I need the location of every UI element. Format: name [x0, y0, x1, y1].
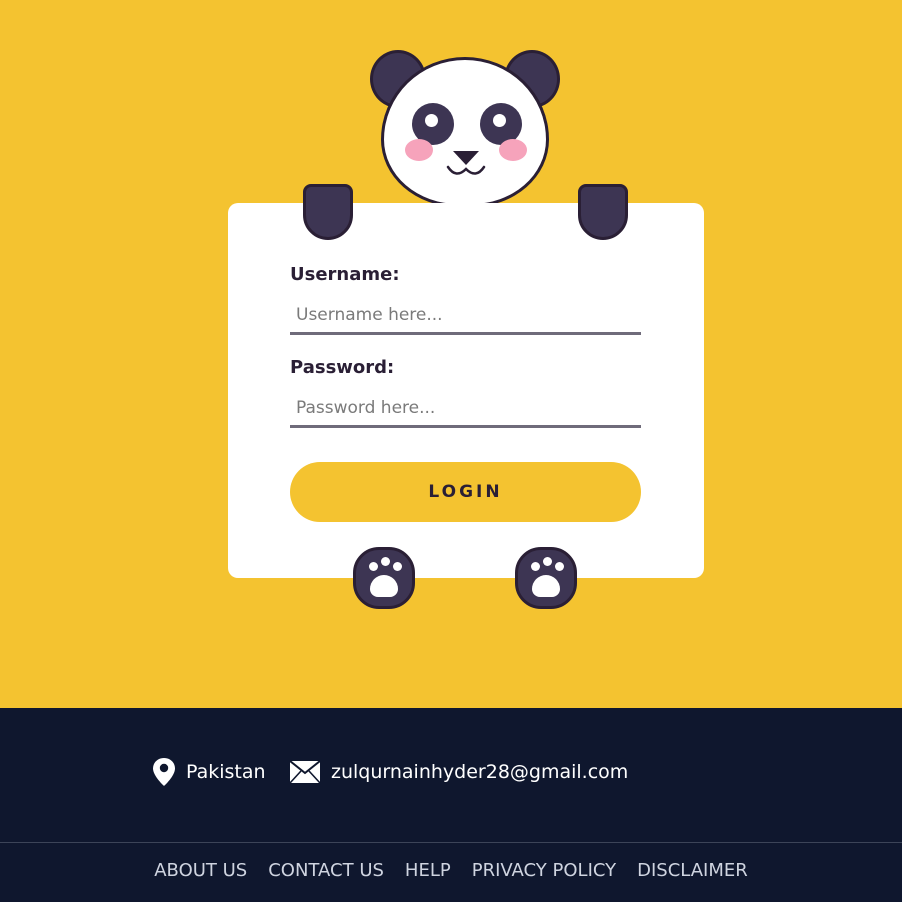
location-text: Pakistan — [186, 761, 266, 783]
username-input[interactable] — [290, 297, 641, 335]
footer-link-contact-us[interactable]: CONTACT US — [268, 860, 384, 881]
panda-mouth — [446, 165, 486, 175]
location-pin-icon — [153, 758, 175, 786]
footer-link-about-us[interactable]: ABOUT US — [154, 860, 247, 881]
panda-right-paw — [515, 547, 577, 609]
footer-divider — [0, 842, 902, 843]
footer-link-disclaimer[interactable]: DISCLAIMER — [637, 860, 748, 881]
panda-left-hand — [303, 184, 353, 240]
panda-left-paw — [353, 547, 415, 609]
footer-link-help[interactable]: HELP — [405, 860, 451, 881]
panda-right-cheek — [499, 139, 527, 161]
footer-location: Pakistan — [152, 757, 266, 787]
password-label: Password: — [290, 357, 395, 378]
login-button[interactable]: LOGIN — [290, 462, 641, 522]
footer-links: ABOUT US CONTACT US HELP PRIVACY POLICY … — [0, 860, 902, 881]
envelope-icon — [289, 760, 321, 784]
panda-left-cheek — [405, 139, 433, 161]
email-text[interactable]: zulqurnainhyder28@gmail.com — [331, 761, 628, 783]
footer-link-privacy-policy[interactable]: PRIVACY POLICY — [472, 860, 616, 881]
panda-right-hand — [578, 184, 628, 240]
footer-email[interactable]: zulqurnainhyder28@gmail.com — [289, 757, 628, 787]
password-input[interactable] — [290, 390, 641, 428]
username-label: Username: — [290, 264, 400, 285]
